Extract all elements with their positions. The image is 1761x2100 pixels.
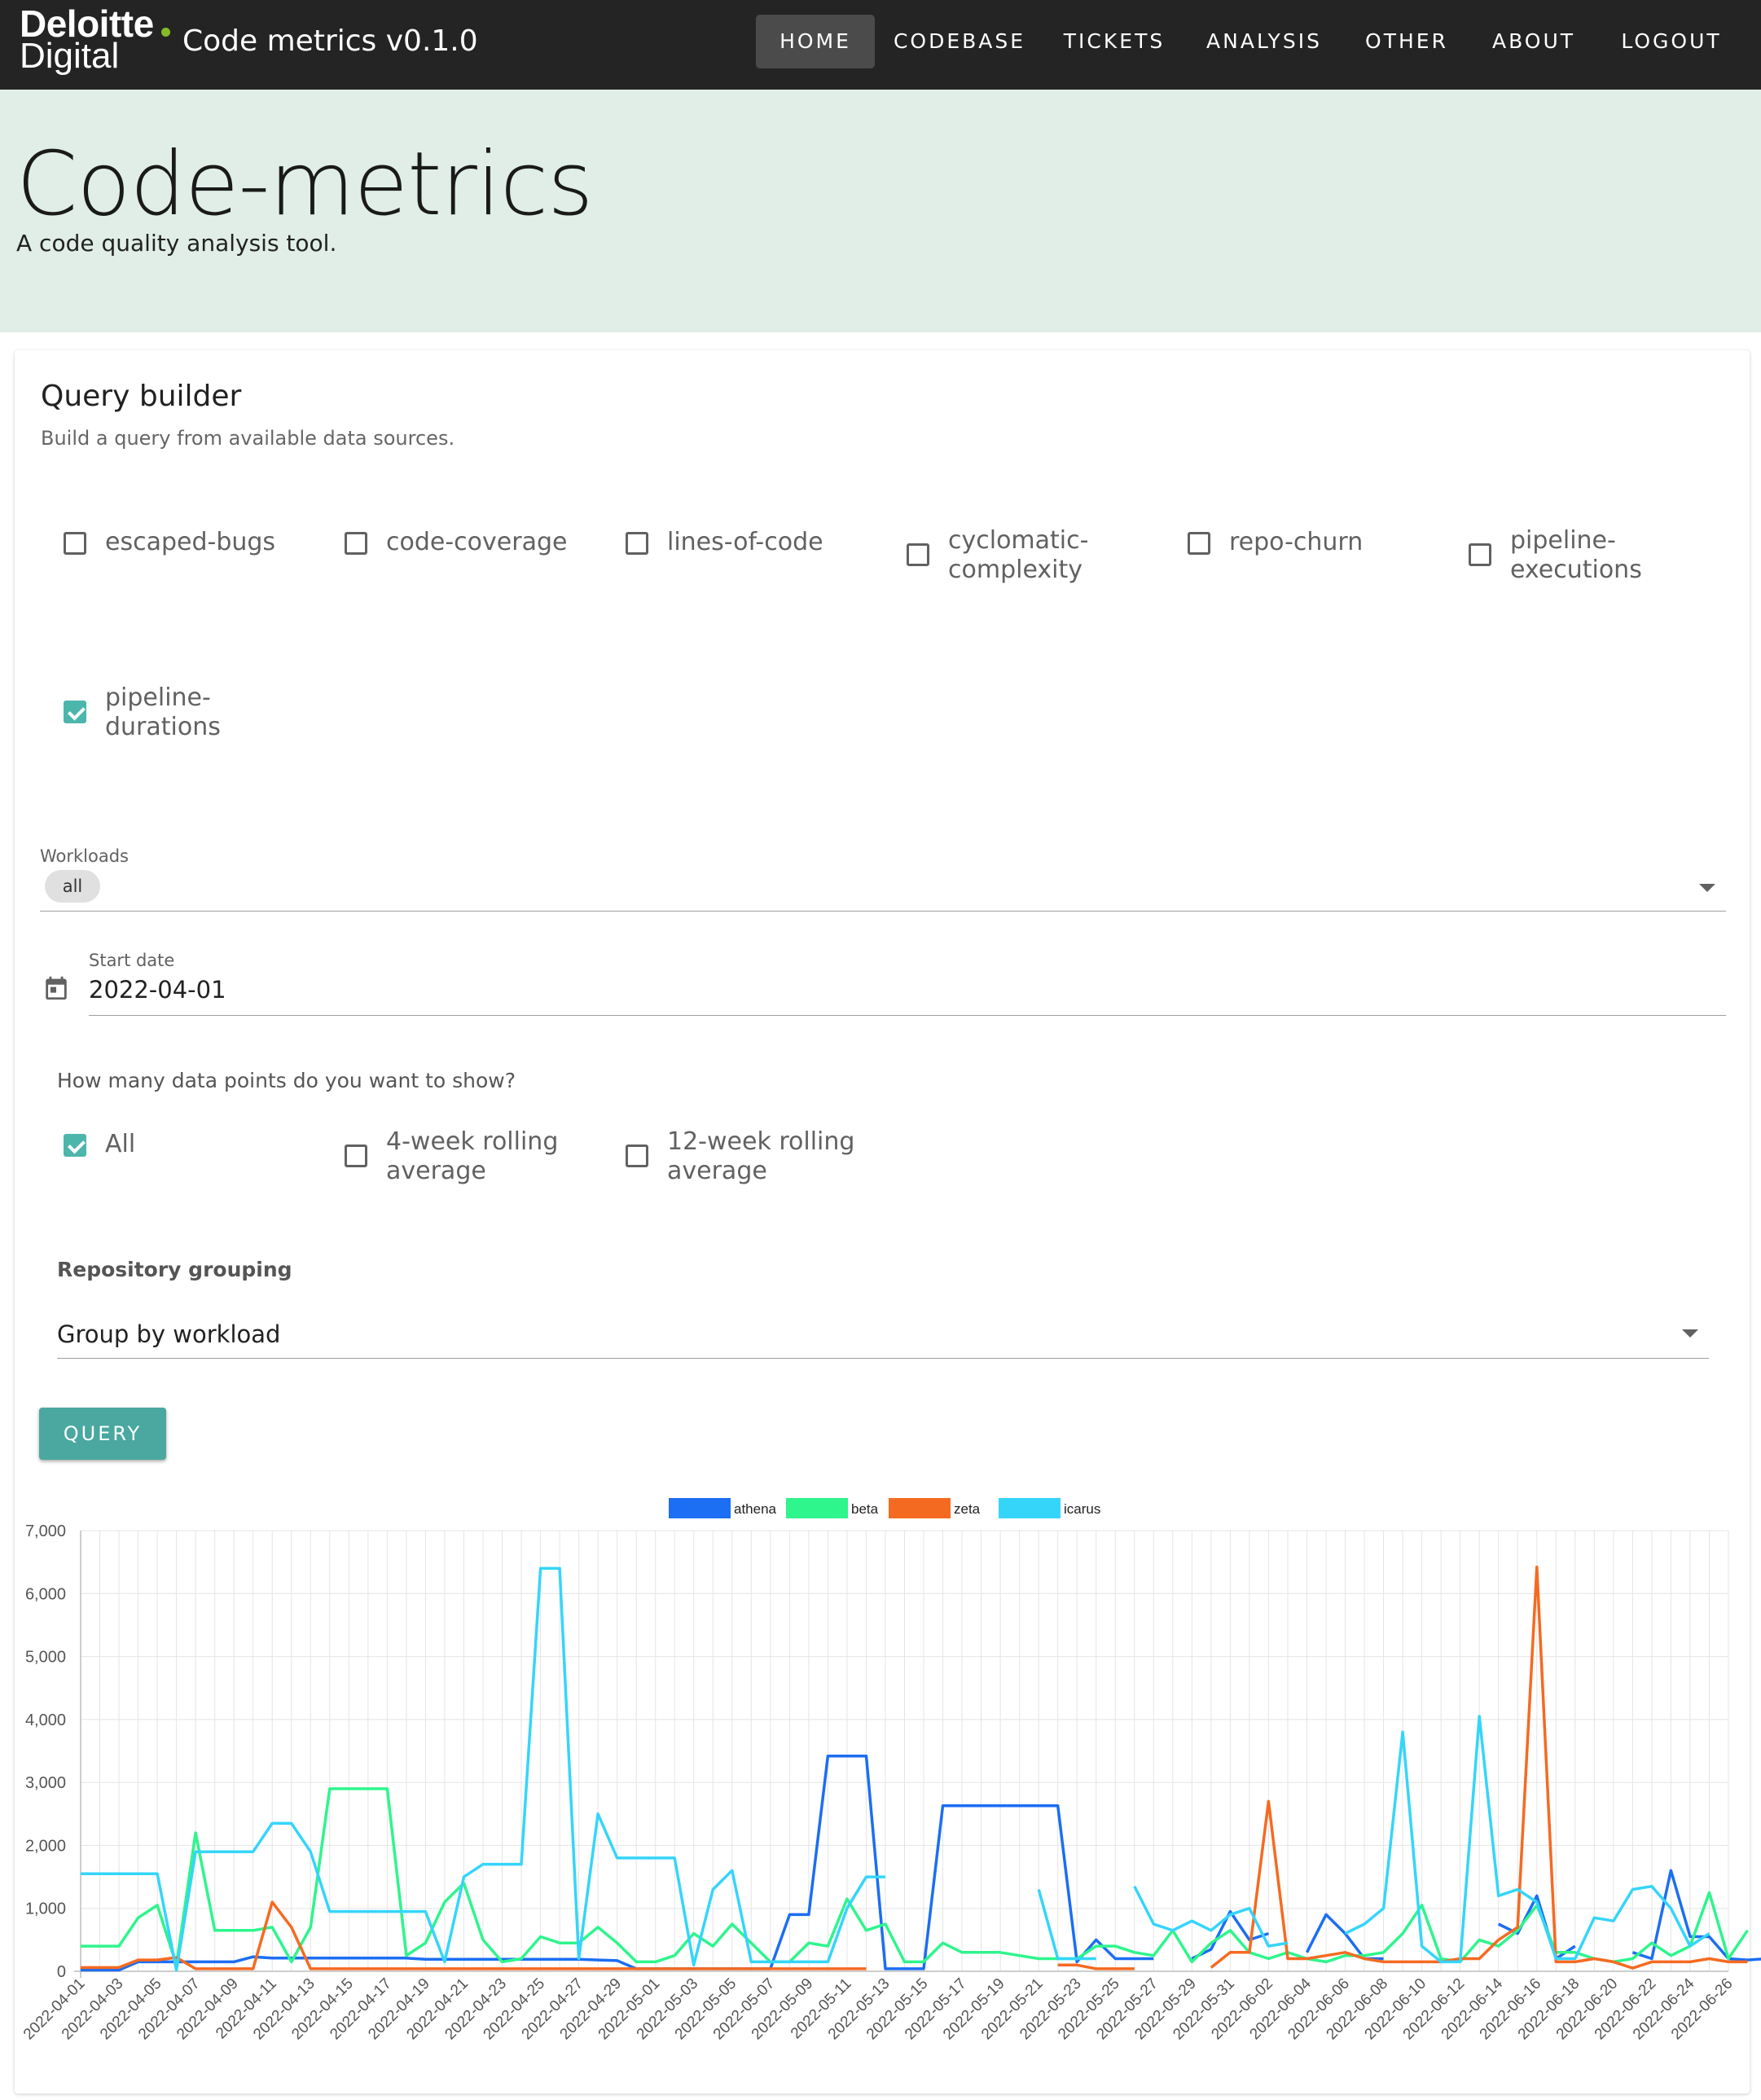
nav-logout[interactable]: LOGOUT — [1608, 15, 1735, 68]
legend-label-zeta: zeta — [954, 1501, 981, 1517]
y-tick-label: 6,000 — [25, 1585, 66, 1603]
escaped-bugs-checkbox[interactable] — [64, 532, 86, 555]
pipeline-executions-label[interactable]: pipeline-executions — [1510, 526, 1642, 585]
nav-codebase[interactable]: CODEBASE — [888, 15, 1031, 68]
nav-other[interactable]: OTHER — [1352, 15, 1461, 68]
four-week-rolling-label[interactable]: 4-week rolling average — [386, 1127, 558, 1186]
legend-label-icarus: icarus — [1064, 1501, 1100, 1517]
page-title: Code-metrics — [16, 134, 594, 235]
start-date-underline — [89, 1015, 1726, 1016]
y-tick-label: 4,000 — [25, 1711, 66, 1729]
legend-swatch-beta — [786, 1498, 848, 1518]
legend-swatch-athena — [669, 1498, 731, 1518]
cyclomatic-complexity-label[interactable]: cyclomatic-complexity — [948, 526, 1088, 585]
repository-grouping-select[interactable]: Group by workload — [57, 1320, 280, 1348]
pipeline-durations-label[interactable]: pipeline-durations — [105, 683, 221, 742]
repository-grouping-underline — [57, 1358, 1709, 1359]
legend-swatch-icarus — [999, 1498, 1061, 1518]
workload-chip-all[interactable]: all — [45, 870, 100, 903]
brand-logo-bottom[interactable]: Digital — [20, 36, 119, 77]
legend-label-beta: beta — [851, 1501, 879, 1517]
brand-logo-dot — [161, 28, 170, 37]
query-builder-title: Query builder — [41, 380, 242, 413]
query-builder-subtitle: Build a query from available data source… — [41, 427, 455, 450]
twelve-week-rolling-label[interactable]: 12-week rolling average — [667, 1127, 854, 1186]
workloads-select[interactable] — [40, 911, 1726, 912]
code-coverage-label[interactable]: code-coverage — [386, 528, 567, 557]
y-tick-label: 2,000 — [25, 1837, 66, 1855]
nav-about[interactable]: ABOUT — [1481, 15, 1587, 68]
app-title: Code metrics v0.1.0 — [182, 24, 478, 58]
lines-of-code-label[interactable]: lines-of-code — [667, 528, 823, 557]
y-tick-label: 3,000 — [25, 1774, 66, 1792]
repo-churn-label[interactable]: repo-churn — [1229, 528, 1363, 557]
y-tick-label: 0 — [57, 1963, 66, 1981]
four-week-rolling-checkbox[interactable] — [345, 1144, 367, 1167]
nav-home[interactable]: HOME — [756, 15, 875, 68]
workloads-dropdown-icon[interactable] — [1699, 884, 1715, 892]
all-checkbox[interactable] — [64, 1134, 86, 1157]
page-subtitle: A code quality analysis tool. — [16, 230, 337, 257]
cyclomatic-complexity-checkbox[interactable] — [907, 543, 929, 566]
nav-analysis[interactable]: ANALYSIS — [1194, 15, 1334, 68]
escaped-bugs-label[interactable]: escaped-bugs — [105, 528, 275, 557]
start-date-input[interactable]: 2022-04-01 — [89, 976, 226, 1004]
y-tick-label: 1,000 — [25, 1900, 66, 1918]
top-navbar: Deloitte Digital Code metrics v0.1.0 HOM… — [0, 0, 1761, 90]
data-points-question: How many data points do you want to show… — [57, 1069, 516, 1092]
start-date-label: Start date — [89, 951, 175, 970]
all-label[interactable]: All — [105, 1130, 135, 1159]
pipeline-executions-checkbox[interactable] — [1469, 543, 1491, 566]
y-tick-label: 5,000 — [25, 1649, 66, 1667]
lines-of-code-checkbox[interactable] — [626, 532, 648, 555]
y-tick-label: 7,000 — [25, 1522, 66, 1540]
calendar-icon[interactable] — [42, 973, 70, 1003]
repository-grouping-label: Repository grouping — [57, 1258, 292, 1281]
nav-tickets[interactable]: TICKETS — [1051, 15, 1178, 68]
twelve-week-rolling-checkbox[interactable] — [626, 1144, 648, 1167]
workloads-label: Workloads — [40, 846, 129, 866]
repository-grouping-dropdown-icon[interactable] — [1682, 1329, 1698, 1338]
legend-label-athena: athena — [734, 1501, 777, 1517]
query-button[interactable]: QUERY — [39, 1408, 166, 1460]
pipeline-durations-checkbox[interactable] — [64, 701, 86, 723]
pipeline-durations-chart: 01,0002,0003,0004,0005,0006,0007,0002022… — [20, 1498, 1761, 2043]
repo-churn-checkbox[interactable] — [1188, 532, 1210, 555]
code-coverage-checkbox[interactable] — [345, 532, 367, 555]
legend-swatch-zeta — [889, 1498, 951, 1518]
hero-banner: Code-metrics A code quality analysis too… — [0, 90, 1761, 332]
